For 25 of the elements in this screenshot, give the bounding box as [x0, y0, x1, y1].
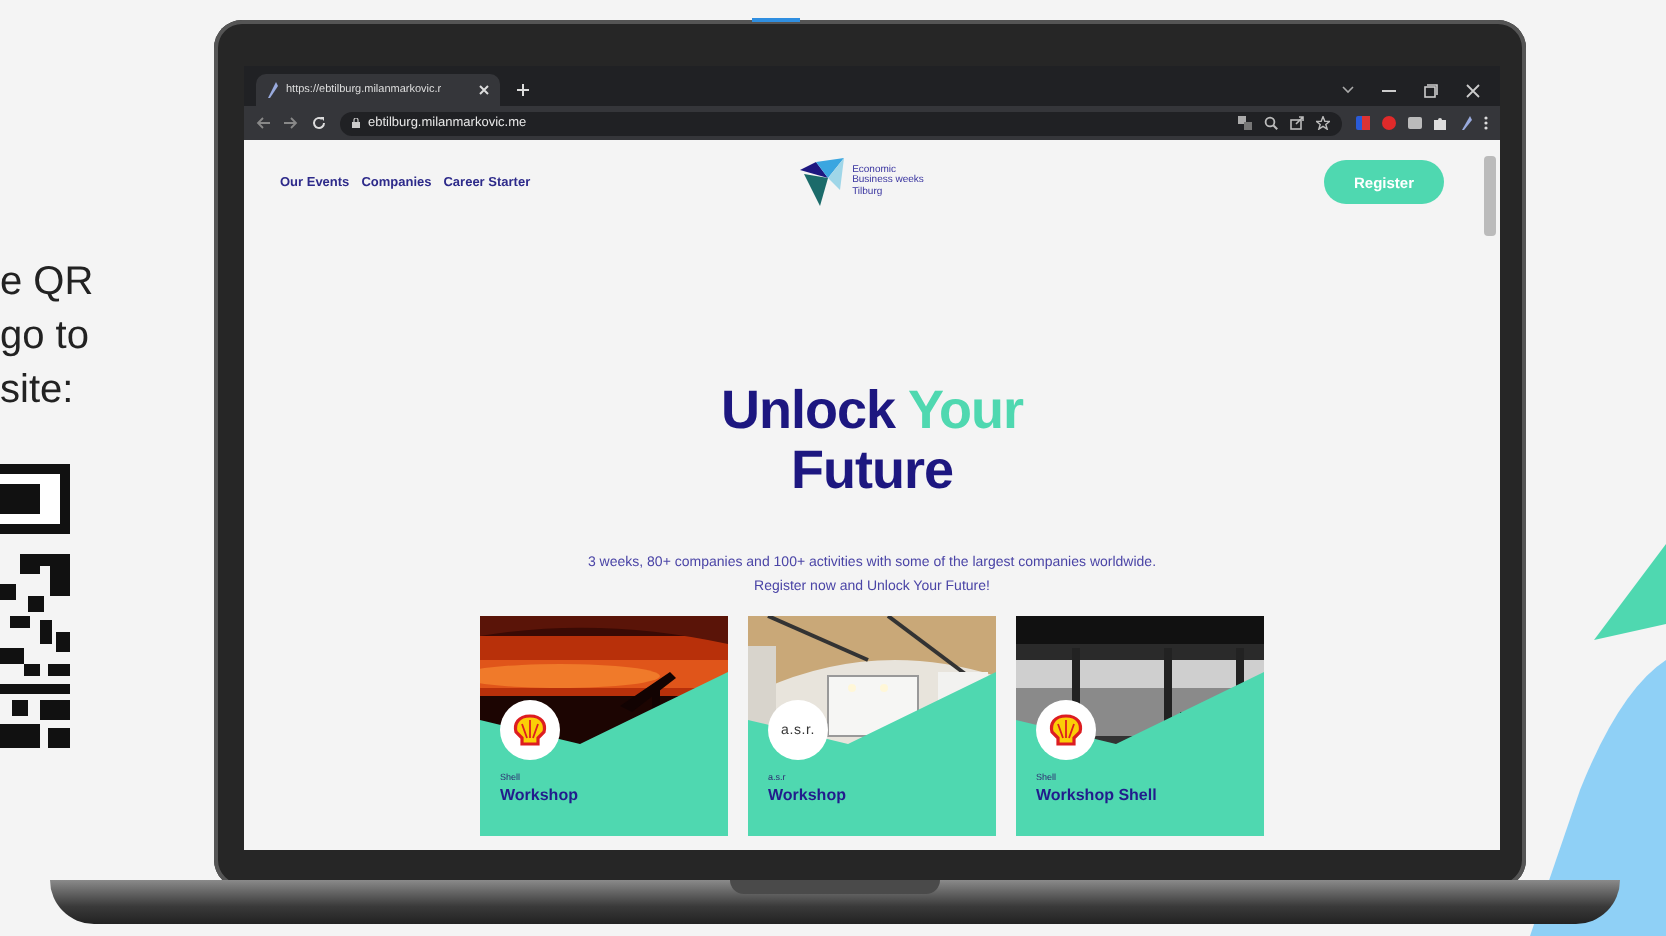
triangle-shape [1594, 544, 1666, 640]
card-title[interactable]: Workshop Shell [1036, 786, 1157, 804]
minimize-icon[interactable] [1382, 89, 1396, 91]
scrollbar-thumb[interactable] [1484, 156, 1496, 236]
lock-icon [352, 118, 360, 128]
close-icon[interactable] [1466, 83, 1480, 97]
close-icon[interactable] [478, 84, 490, 96]
chevron-down-icon[interactable] [1342, 86, 1354, 94]
star-icon[interactable] [1316, 116, 1330, 130]
card-title[interactable]: Workshop [500, 786, 578, 804]
scan-instructions: e QR go to site: [0, 258, 94, 416]
restore-icon[interactable] [1424, 83, 1438, 97]
feather-icon [266, 82, 278, 98]
card-title[interactable]: Workshop [768, 786, 846, 804]
forward-icon[interactable] [284, 116, 298, 130]
logo-icon [800, 158, 845, 206]
shell-logo-icon [512, 714, 548, 746]
translate-icon[interactable] [1238, 116, 1252, 130]
hero-heading: Unlock Your Future [720, 380, 1024, 500]
share-icon[interactable] [1290, 116, 1304, 130]
back-icon[interactable] [256, 116, 270, 130]
feather-icon[interactable] [1460, 116, 1472, 130]
reload-icon[interactable] [312, 116, 326, 130]
shell-logo-icon [1048, 714, 1084, 746]
search-icon[interactable] [1264, 116, 1278, 130]
